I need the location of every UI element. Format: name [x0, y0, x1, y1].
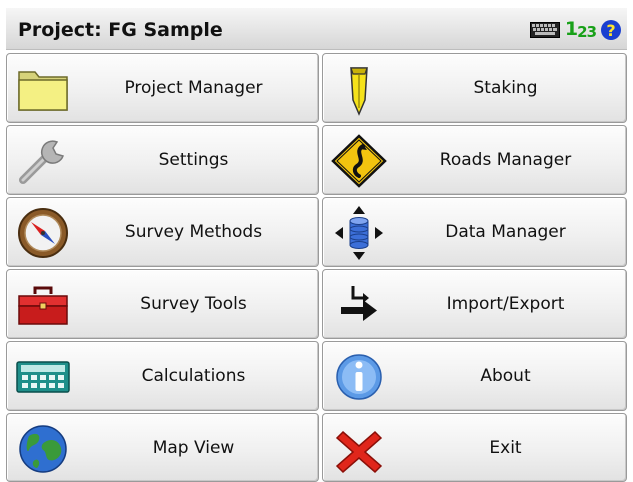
project-title: Project: FG Sample: [18, 19, 223, 41]
settings-label: Settings: [158, 150, 229, 170]
globe-icon: [19, 425, 67, 473]
survey-tools-label: Survey Tools: [140, 294, 247, 314]
import-export-button[interactable]: Import/Export: [322, 269, 627, 339]
project-manager-button[interactable]: Project Manager: [6, 53, 319, 123]
about-button[interactable]: About: [322, 341, 627, 411]
map-view-label: Map View: [152, 437, 235, 458]
survey-methods-button[interactable]: Survey Methods: [6, 197, 319, 267]
project-manager-label: Project Manager: [124, 78, 263, 98]
title-bar: Project: FG Sample 123 ?: [6, 8, 627, 50]
exit-x-icon: [335, 430, 383, 474]
calculations-button[interactable]: Calculations: [6, 341, 319, 411]
staking-button[interactable]: Staking: [322, 53, 627, 123]
about-label: About: [480, 366, 531, 386]
toolbox-icon: [18, 286, 68, 325]
import-export-icon: [341, 286, 377, 321]
staking-label: Staking: [473, 78, 538, 98]
app-window: Project: FG Sample 123 ? Project Manager: [0, 0, 633, 482]
exit-button[interactable]: Exit: [322, 413, 627, 482]
data-manager-button[interactable]: Data Manager: [322, 197, 627, 267]
help-icon[interactable]: ?: [601, 20, 621, 40]
map-view-button[interactable]: Map View: [6, 413, 319, 482]
database-arrows-icon: [335, 206, 383, 260]
settings-button[interactable]: Settings: [6, 125, 319, 195]
wrench-icon: [19, 140, 64, 184]
roads-manager-label: Roads Manager: [439, 150, 572, 170]
import-export-label: Import/Export: [446, 294, 565, 314]
compass-icon: [18, 208, 68, 258]
exit-label: Exit: [489, 437, 522, 458]
roads-manager-button[interactable]: Roads Manager: [322, 125, 627, 195]
road-sign-icon: [331, 134, 387, 188]
survey-tools-button[interactable]: Survey Tools: [6, 269, 319, 339]
folder-icon: [18, 71, 68, 111]
calculator-icon: [16, 361, 70, 393]
data-manager-label: Data Manager: [445, 222, 566, 242]
info-icon: [336, 354, 382, 400]
keyboard-icon[interactable]: [529, 22, 560, 38]
title-bar-icons: 123 ?: [529, 17, 621, 43]
numeric-icon-sub-2: 3: [586, 22, 597, 41]
main-menu-grid: Project Manager Staking Settings Roads M…: [6, 53, 627, 482]
calculations-label: Calculations: [141, 366, 246, 386]
numeric-icon-main: 1: [564, 17, 578, 40]
numeric-icon-sub-1: 2: [577, 22, 587, 41]
numeric-keypad-icon[interactable]: 123: [564, 17, 597, 43]
stake-icon: [350, 67, 368, 116]
survey-methods-label: Survey Methods: [124, 222, 263, 242]
